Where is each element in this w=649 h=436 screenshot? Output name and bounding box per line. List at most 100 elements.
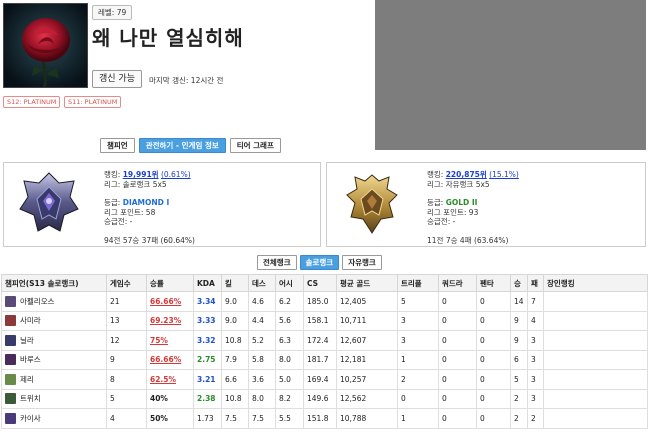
losses-cell-value: 3 [531, 335, 536, 345]
deaths-cell: 4.4 [248, 310, 276, 331]
tab-tier-graph[interactable]: 티어 그래프 [229, 138, 281, 153]
champion-cell[interactable]: 사미라 [1, 310, 107, 331]
solo-tier-label: 등급: [104, 198, 123, 207]
flex-tier-label: 등급: [427, 198, 446, 207]
penta-cell: 0 [476, 330, 511, 351]
mastery-rank-cell [543, 349, 648, 370]
champion-cell[interactable]: 아펠리오스 [1, 291, 107, 312]
column-header[interactable]: 킬 [221, 274, 249, 292]
triple-cell-value: 5 [401, 296, 406, 306]
assists-cell: 6.2 [275, 291, 304, 312]
assists-cell-value: 8.0 [279, 355, 291, 365]
column-header[interactable]: 쿼드라 [438, 274, 477, 292]
kda-cell-value: 3.34 [197, 296, 216, 306]
winrate-cell: 69.23% [146, 310, 194, 331]
champion-stats-table: 챔피언(S13 솔로랭크) 게임수 승률 KDA 킬 데스 어시 CS 평균 골드 트리플 쿼드라 펜… [1, 274, 648, 429]
solo-lp: 리그 포인트: 58 [104, 207, 156, 217]
assists-cell-value: 6.3 [279, 335, 291, 345]
table-row[interactable]: 바루스 9 66.66% 2.75 7.9 5.8 8.0 181.7 12,181 1 0 0 6 3 [1, 349, 648, 370]
summoner-name: 왜 나만 열심히해 [92, 26, 244, 50]
flex-tier-value: GOLD II [445, 198, 478, 207]
column-header[interactable]: 어시 [275, 274, 304, 292]
table-row[interactable]: 닐라 12 75% 3.32 10.8 5.2 6.3 172.4 12,607 3 0 0 9 3 [1, 330, 648, 351]
tab-solo-ranked[interactable]: 솔로랭크 [299, 255, 340, 270]
games-cell: 9 [106, 349, 147, 370]
deaths-cell: 7.5 [248, 408, 276, 429]
column-header[interactable]: 트리플 [397, 274, 439, 292]
solo-promo: 승급전: - [104, 217, 133, 226]
penta-cell: 0 [476, 349, 511, 370]
column-header[interactable]: 게임수 [106, 274, 147, 292]
winrate-cell: 66.66% [146, 349, 194, 370]
champion-portrait-icon [5, 354, 16, 366]
column-header[interactable]: 챔피언(S13 솔로랭크) [1, 274, 107, 292]
column-header[interactable]: KDA [193, 274, 222, 292]
quadra-cell: 0 [438, 388, 477, 409]
level-badge: 레벨: 79 [92, 5, 133, 20]
champion-cell[interactable]: 카이사 [1, 408, 107, 429]
wins-cell: 2 [510, 388, 528, 409]
assists-cell: 5.6 [275, 310, 304, 331]
solo-rank-label: 랭킹: [104, 170, 123, 179]
losses-cell-value: 3 [531, 394, 536, 404]
flex-rank-link[interactable]: 220,875위 [446, 170, 487, 179]
wins-cell-value: 9 [514, 316, 519, 326]
assists-cell: 5.0 [275, 369, 304, 390]
kills-cell-value: 9.0 [225, 296, 237, 306]
winrate-cell-value: 66.66% [150, 296, 182, 306]
kills-cell-value: 6.6 [225, 374, 237, 384]
renew-button[interactable]: 갱신 가능 [92, 70, 142, 88]
cs-cell: 158.1 [303, 310, 337, 331]
solo-rank-card: 랭킹: 19,991위 (0.61%) 리그: 솔로랭크 5x5 등급: DIA… [3, 162, 321, 247]
gold-cell-value: 10,788 [340, 413, 367, 423]
column-header[interactable]: 펜타 [476, 274, 511, 292]
column-header[interactable]: 승 [510, 274, 528, 292]
champion-cell[interactable]: 바루스 [1, 349, 107, 370]
column-header[interactable]: CS [303, 274, 337, 292]
champion-portrait-icon [5, 315, 16, 327]
assists-cell: 6.3 [275, 330, 304, 351]
quadra-cell-value: 0 [442, 394, 447, 404]
winrate-cell: 62.5% [146, 369, 194, 390]
penta-cell: 0 [476, 310, 511, 331]
solo-rank-link[interactable]: 19,991위 [123, 170, 159, 179]
table-row[interactable]: 사미라 13 69.23% 3.33 9.0 4.4 5.6 158.1 10,711 3 0 0 9 4 [1, 310, 648, 331]
column-header[interactable]: 평균 골드 [336, 274, 398, 292]
winrate-cell-value: 66.66% [150, 355, 182, 365]
tab-flex-ranked[interactable]: 자유랭크 [342, 255, 382, 270]
table-row[interactable]: 트위치 5 40% 2.38 10.8 8.0 8.2 149.6 12,562 0 0 0 2 3 [1, 388, 648, 409]
cs-cell-value: 181.7 [307, 355, 329, 365]
kda-cell-value: 3.33 [197, 316, 216, 326]
kda-cell: 3.34 [193, 291, 222, 312]
tab-all-ranked[interactable]: 전체랭크 [257, 255, 297, 270]
games-cell-value: 13 [110, 316, 120, 326]
wins-cell: 2 [510, 408, 528, 429]
tab-champion[interactable]: 챔피언 [100, 138, 135, 153]
wins-cell: 6 [510, 349, 528, 370]
column-header[interactable]: 승률 [146, 274, 194, 292]
column-header[interactable]: 데스 [248, 274, 276, 292]
gold-cell-value: 12,607 [340, 335, 367, 345]
champion-cell[interactable]: 트위치 [1, 388, 107, 409]
mastery-rank-cell [543, 408, 648, 429]
column-header[interactable]: 장인랭킹 [543, 274, 648, 292]
losses-cell: 3 [527, 349, 544, 370]
champion-cell[interactable]: 닐라 [1, 330, 107, 351]
winrate-cell: 40% [146, 388, 194, 409]
gold-cell: 10,711 [336, 310, 398, 331]
quadra-cell-value: 0 [442, 296, 447, 306]
kills-cell-value: 7.5 [225, 413, 237, 423]
table-row[interactable]: 제리 8 62.5% 3.21 6.6 3.6 5.0 169.4 10,257 2 0 0 5 3 [1, 369, 648, 390]
triple-cell-value: 1 [401, 413, 406, 423]
quadra-cell: 0 [438, 310, 477, 331]
triple-cell: 1 [397, 408, 439, 429]
column-header[interactable]: 패 [527, 274, 544, 292]
table-row[interactable]: 아펠리오스 21 66.66% 3.34 9.0 4.6 6.2 185.0 12,405 5 0 0… [1, 291, 648, 312]
tab-spectate[interactable]: 관전하기 - 인게임 정보 [138, 138, 226, 153]
mastery-rank-cell [543, 388, 648, 409]
table-row[interactable]: 카이사 4 50% 1.73 7.5 7.5 5.5 151.8 10,788 1 0 0 2 2 [1, 408, 648, 429]
champion-cell[interactable]: 제리 [1, 369, 107, 390]
cs-cell-value: 158.1 [307, 316, 329, 326]
main-tabs: 챔피언 관전하기 - 인게임 정보 티어 그래프 [100, 138, 281, 153]
gold-cell-value: 12,405 [340, 296, 367, 306]
